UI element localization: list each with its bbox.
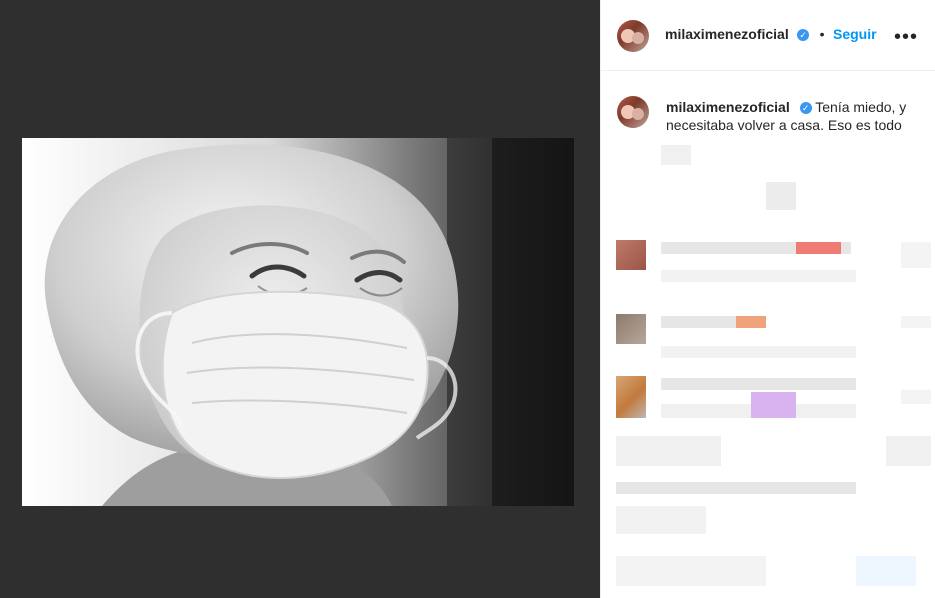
- pixel-icon: [901, 242, 931, 268]
- pixel-button: [856, 556, 916, 586]
- header-username[interactable]: milaximenezoficial: [665, 26, 789, 42]
- pixel-line: [886, 436, 931, 466]
- post-header: milaximenezoficial ✓ • Seguir •••: [601, 0, 935, 71]
- pixel-block: [766, 182, 796, 210]
- pixel-line: [661, 378, 856, 390]
- pixel-line-accent: [796, 242, 841, 254]
- pixel-line: [661, 346, 856, 358]
- post-side-panel: milaximenezoficial ✓ • Seguir ••• milaxi…: [600, 0, 935, 598]
- post-photo: [22, 138, 574, 506]
- caption-avatar[interactable]: [617, 96, 649, 128]
- pixel-icon: [901, 316, 931, 328]
- avatar[interactable]: [617, 20, 649, 52]
- pixel-avatar: [616, 240, 646, 270]
- header-user: milaximenezoficial ✓ • Seguir: [665, 26, 877, 44]
- post-media: [0, 0, 600, 598]
- pixel-line: [661, 270, 856, 282]
- pixel-line: [616, 506, 706, 534]
- pixel-line: [616, 482, 856, 494]
- verified-glyph: ✓: [801, 103, 810, 114]
- pixel-icon: [901, 390, 931, 404]
- pixel-avatar: [616, 314, 646, 344]
- more-options-icon[interactable]: •••: [894, 26, 918, 49]
- verified-badge-icon: ✓: [797, 28, 810, 41]
- pixel-line-accent: [751, 392, 796, 418]
- woman-masked-photo: [22, 138, 574, 506]
- post-caption: milaximenezoficial ✓ Tenía miedo, y nece…: [666, 98, 921, 134]
- pixel-line: [616, 556, 766, 586]
- caption-username[interactable]: milaximenezoficial: [666, 99, 790, 115]
- pixel-line-accent: [736, 316, 766, 328]
- verified-glyph: ✓: [799, 29, 807, 40]
- follow-button[interactable]: Seguir: [833, 26, 877, 42]
- pixel-line: [616, 436, 721, 466]
- verified-badge-icon: ✓: [799, 102, 812, 115]
- separator-dot: •: [819, 26, 825, 42]
- pixel-avatar: [616, 376, 646, 418]
- pixel-block: [661, 145, 691, 165]
